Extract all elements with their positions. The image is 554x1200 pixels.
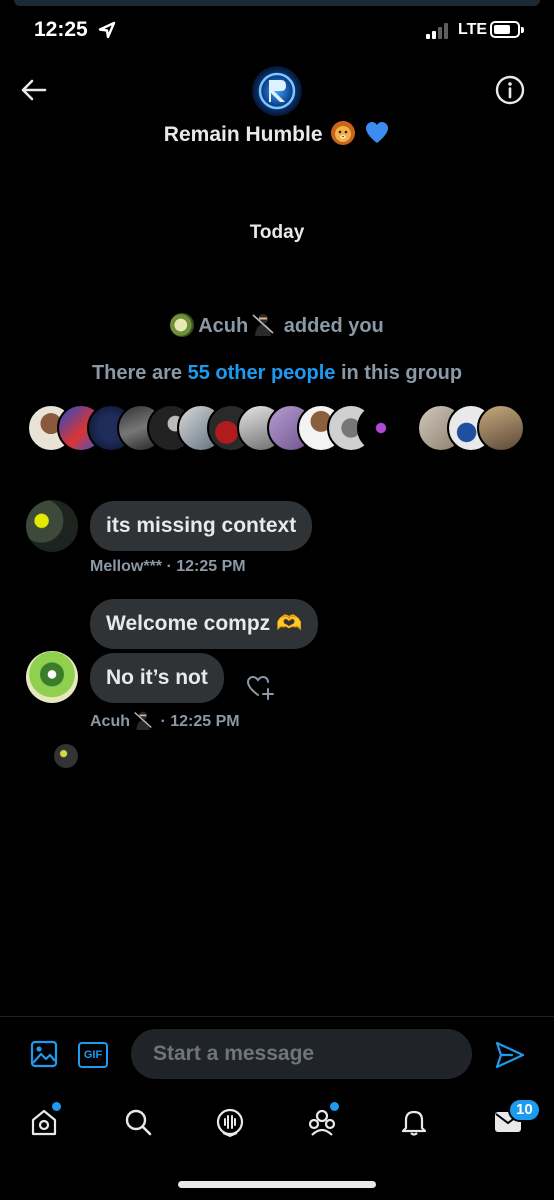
- adder-name: Acuh: [198, 315, 249, 337]
- status-bar-edge: [14, 0, 540, 6]
- network-type: LTE: [458, 21, 488, 38]
- message-bubble[interactable]: No it’s not: [90, 653, 224, 703]
- date-separator: Today: [249, 222, 305, 243]
- lion-emoji-icon: [331, 121, 356, 145]
- sender-avatar[interactable]: [26, 651, 78, 703]
- image-icon: [30, 1040, 58, 1068]
- message-bubble[interactable]: its missing context: [90, 501, 313, 551]
- heart-plus-icon: [246, 675, 274, 700]
- group-name[interactable]: Remain Humble 🦁💙: [0, 120, 554, 147]
- ninja-emoji-icon: [252, 314, 274, 336]
- tab-search[interactable]: [118, 1102, 158, 1142]
- message-input[interactable]: [131, 1029, 472, 1079]
- message-time: · 12:25 PM: [160, 713, 240, 730]
- sender-name: Mellow***: [90, 558, 163, 575]
- info-icon: [495, 75, 525, 105]
- communities-notification-dot: [330, 1102, 339, 1111]
- message-meta: Acuh · 12:25 PM: [90, 710, 240, 731]
- system-added-message: Acuh added you: [0, 312, 554, 338]
- home-icon: [31, 1109, 57, 1136]
- read-receipt-avatar: [54, 744, 78, 768]
- media-button[interactable]: [30, 1040, 58, 1068]
- ninja-emoji-icon: [134, 711, 152, 730]
- blue-heart-emoji-icon: [366, 122, 389, 143]
- tab-spaces[interactable]: [210, 1102, 250, 1142]
- message-composer: GIF: [0, 1022, 554, 1088]
- conversation-header: Remain Humble 🦁💙: [0, 62, 554, 162]
- cellular-signal-icon: [426, 23, 452, 39]
- status-bar: 12:25 LTE: [0, 0, 554, 62]
- sender-name: Acuh: [90, 713, 130, 730]
- group-name-text: Remain Humble: [163, 123, 323, 146]
- composer-divider: [0, 1016, 554, 1017]
- search-icon: [125, 1109, 152, 1136]
- back-button[interactable]: [18, 74, 50, 106]
- messages-badge: 10: [508, 1098, 541, 1122]
- message-text: Welcome compz 🫶: [106, 612, 303, 635]
- home-notification-dot: [52, 1102, 61, 1111]
- info-button[interactable]: [494, 74, 526, 106]
- send-icon: [495, 1041, 525, 1069]
- home-indicator[interactable]: [178, 1181, 376, 1188]
- battery-icon: [490, 21, 524, 38]
- group-logo-icon: [252, 66, 302, 116]
- location-arrow-icon: [98, 21, 116, 39]
- adder-avatar: [170, 313, 195, 337]
- spaces-icon: [216, 1108, 244, 1137]
- system-members-message: There are 55 other people in this group: [0, 362, 554, 385]
- message-meta: Mellow*** · 12:25 PM: [90, 558, 246, 576]
- tab-notifications[interactable]: [394, 1102, 434, 1142]
- members-prefix: There are: [91, 362, 183, 384]
- add-reaction-button[interactable]: [244, 670, 276, 702]
- send-button[interactable]: [494, 1040, 526, 1070]
- status-time: 12:25: [34, 18, 88, 41]
- message-time: · 12:25 PM: [166, 558, 246, 575]
- members-link[interactable]: 55 other people: [188, 362, 336, 384]
- members-suffix: in this group: [340, 362, 463, 384]
- communities-icon: [308, 1109, 336, 1136]
- bell-icon: [401, 1110, 427, 1136]
- member-avatar-strip[interactable]: [27, 404, 527, 454]
- message-bubble[interactable]: Welcome compz 🫶: [90, 599, 319, 649]
- gif-button[interactable]: GIF: [78, 1042, 108, 1068]
- added-text: added you: [283, 315, 384, 337]
- group-avatar[interactable]: [252, 66, 302, 116]
- bottom-tab-bar: [0, 1094, 554, 1154]
- back-arrow-icon: [21, 79, 47, 101]
- sender-avatar[interactable]: [26, 500, 78, 552]
- member-avatar: [477, 404, 525, 452]
